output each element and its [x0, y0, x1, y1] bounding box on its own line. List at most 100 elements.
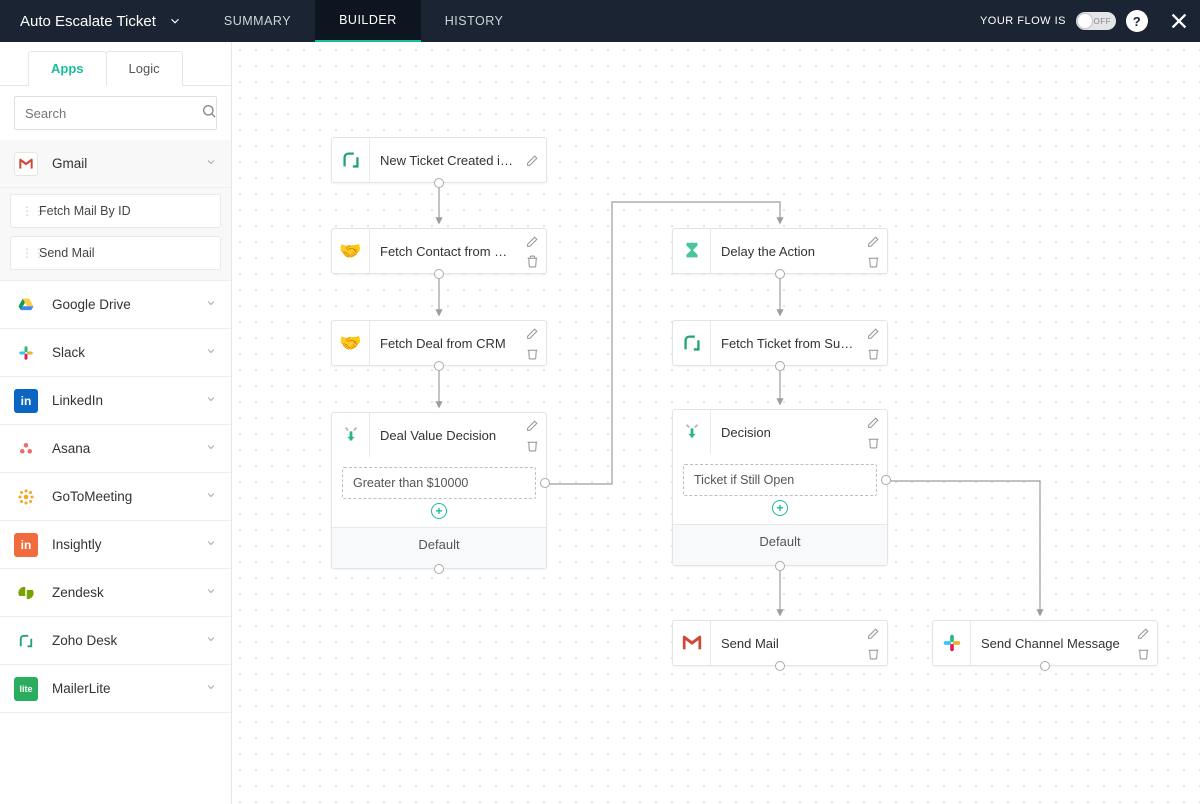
search-input[interactable] — [25, 106, 201, 121]
app-zoho-desk[interactable]: Zoho Desk — [0, 617, 231, 665]
edit-icon[interactable] — [524, 235, 540, 251]
chevron-down-icon — [205, 393, 217, 408]
zoho-desk-icon — [673, 321, 711, 365]
chevron-down-icon — [205, 345, 217, 360]
chevron-down-icon — [205, 681, 217, 696]
node-send-mail[interactable]: Send Mail — [672, 620, 888, 666]
zoho-desk-icon — [14, 629, 38, 653]
slack-icon — [933, 621, 971, 665]
connector-port[interactable] — [775, 661, 785, 671]
decision-icon — [673, 410, 711, 454]
app-linkedin[interactable]: in LinkedIn — [0, 377, 231, 425]
action-send-mail[interactable]: ⋮⋮ Send Mail — [10, 236, 221, 270]
app-mailerlite[interactable]: lite MailerLite — [0, 665, 231, 713]
flow-status-label: YOUR FLOW IS — [980, 15, 1066, 27]
edit-icon[interactable] — [865, 327, 881, 343]
node-send-channel-message[interactable]: Send Channel Message — [932, 620, 1158, 666]
drag-handle-icon: ⋮⋮ — [21, 250, 29, 256]
add-condition-button[interactable]: + — [772, 500, 788, 516]
connector-port[interactable] — [540, 478, 550, 488]
search-input-wrap — [14, 96, 217, 130]
trash-icon[interactable] — [865, 436, 881, 452]
app-label: Gmail — [52, 156, 87, 171]
node-decision[interactable]: Decision Ticket if Still Open + Default — [672, 409, 888, 566]
app-gmail-actions: ⋮⋮ Fetch Mail By ID ⋮⋮ Send Mail — [0, 188, 231, 281]
app-zendesk[interactable]: Zendesk — [0, 569, 231, 617]
app-gmail[interactable]: Gmail — [0, 140, 231, 188]
connector-port[interactable] — [434, 361, 444, 371]
tab-builder[interactable]: BUILDER — [315, 0, 421, 42]
connector-port[interactable] — [434, 564, 444, 574]
trash-icon[interactable] — [524, 347, 540, 363]
edit-icon[interactable] — [865, 416, 881, 432]
action-fetch-mail-by-id[interactable]: ⋮⋮ Fetch Mail By ID — [10, 194, 221, 228]
connector-port[interactable] — [881, 475, 891, 485]
trash-icon[interactable] — [865, 647, 881, 663]
flow-toggle[interactable]: OFF — [1076, 12, 1116, 30]
add-condition-button[interactable]: + — [431, 503, 447, 519]
flow-title-wrap[interactable]: Auto Escalate Ticket — [0, 0, 200, 42]
connector-port[interactable] — [775, 561, 785, 571]
connector-port[interactable] — [434, 269, 444, 279]
trash-icon[interactable] — [524, 255, 540, 271]
chevron-down-icon — [205, 537, 217, 552]
decision-default[interactable]: Default — [332, 527, 546, 568]
trash-icon[interactable] — [865, 347, 881, 363]
node-fetch-ticket[interactable]: Fetch Ticket from Supp... — [672, 320, 888, 366]
gmail-icon — [673, 621, 711, 665]
connector-port[interactable] — [775, 269, 785, 279]
sidebar-tab-logic[interactable]: Logic — [106, 51, 183, 86]
flow-canvas[interactable]: New Ticket Created in ... 🤝 Fetch Contac… — [232, 42, 1200, 804]
connector-port[interactable] — [434, 178, 444, 188]
sidebar-tab-apps[interactable]: Apps — [28, 51, 107, 86]
top-tabs: SUMMARY BUILDER HISTORY — [200, 0, 527, 42]
node-new-ticket[interactable]: New Ticket Created in ... — [331, 137, 547, 183]
slack-icon — [14, 341, 38, 365]
node-deal-value-decision[interactable]: Deal Value Decision Greater than $10000 … — [331, 412, 547, 569]
chevron-down-icon — [205, 297, 217, 312]
edit-icon[interactable] — [524, 327, 540, 343]
app-gotomeeting[interactable]: GoToMeeting — [0, 473, 231, 521]
chevron-down-icon — [205, 441, 217, 456]
app-insightly[interactable]: in Insightly — [0, 521, 231, 569]
insightly-icon: in — [14, 533, 38, 557]
edit-icon[interactable] — [865, 627, 881, 643]
decision-condition[interactable]: Ticket if Still Open — [683, 464, 877, 496]
edit-icon[interactable] — [524, 154, 540, 170]
trash-icon[interactable] — [1135, 647, 1151, 663]
edit-icon[interactable] — [1135, 627, 1151, 643]
zendesk-icon — [14, 581, 38, 605]
app-label: Zendesk — [52, 585, 104, 600]
app-slack[interactable]: Slack — [0, 329, 231, 377]
sidebar: Apps Logic Gmail ⋮⋮ Fetch Mail By ID — [0, 42, 232, 804]
app-label: MailerLite — [52, 681, 111, 696]
trash-icon[interactable] — [865, 255, 881, 271]
app-google-drive[interactable]: Google Drive — [0, 281, 231, 329]
app-label: Slack — [52, 345, 85, 360]
gmail-icon — [14, 152, 38, 176]
app-label: LinkedIn — [52, 393, 103, 408]
tab-history[interactable]: HISTORY — [421, 0, 528, 42]
trash-icon[interactable] — [524, 439, 540, 455]
close-button[interactable] — [1158, 0, 1200, 42]
node-fetch-contact[interactable]: 🤝 Fetch Contact from CRM — [331, 228, 547, 274]
decision-condition[interactable]: Greater than $10000 — [342, 467, 536, 499]
edit-icon[interactable] — [865, 235, 881, 251]
decision-default[interactable]: Default — [673, 524, 887, 565]
top-bar: Auto Escalate Ticket SUMMARY BUILDER HIS… — [0, 0, 1200, 42]
decision-icon — [332, 413, 370, 457]
edit-icon[interactable] — [524, 419, 540, 435]
node-fetch-deal[interactable]: 🤝 Fetch Deal from CRM — [331, 320, 547, 366]
tab-summary[interactable]: SUMMARY — [200, 0, 315, 42]
connector-port[interactable] — [775, 361, 785, 371]
help-button[interactable]: ? — [1126, 10, 1148, 32]
app-label: Zoho Desk — [52, 633, 117, 648]
hourglass-icon — [673, 229, 711, 273]
chevron-down-icon — [205, 156, 217, 171]
node-delay-action[interactable]: Delay the Action — [672, 228, 888, 274]
flow-title: Auto Escalate Ticket — [20, 13, 156, 30]
app-asana[interactable]: Asana — [0, 425, 231, 473]
app-label: Insightly — [52, 537, 102, 552]
connector-port[interactable] — [1040, 661, 1050, 671]
chevron-down-icon — [205, 489, 217, 504]
